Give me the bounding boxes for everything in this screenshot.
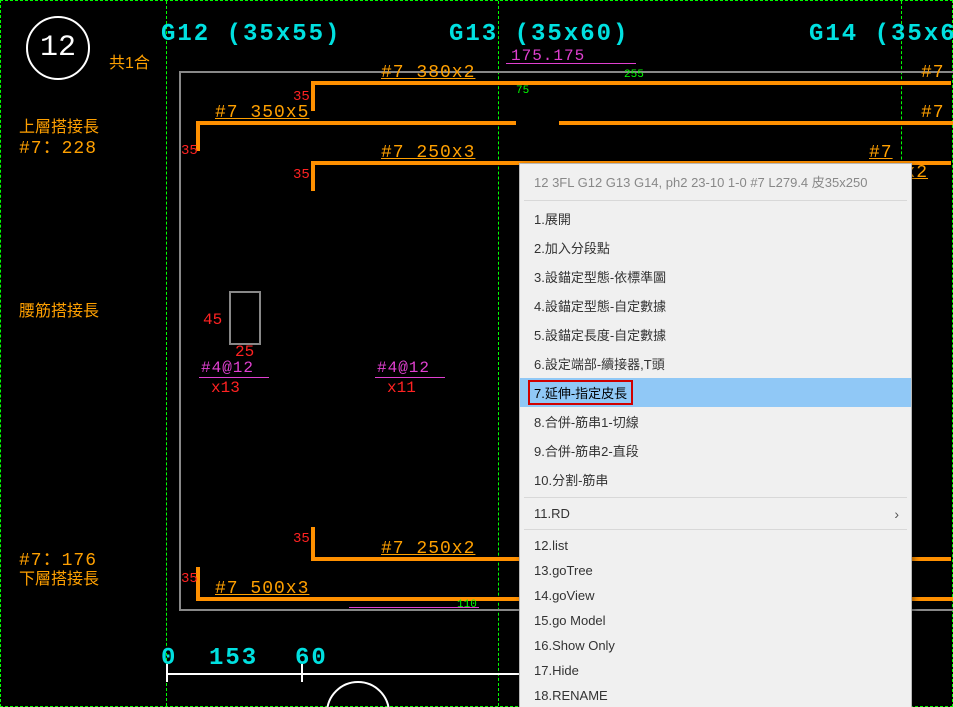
rebar-hook bbox=[311, 161, 315, 191]
grid-bubble: 12 bbox=[26, 16, 90, 80]
grid-bubble-num: 12 bbox=[40, 31, 76, 65]
ruler-num: 60 bbox=[295, 645, 328, 672]
menu-separator bbox=[524, 529, 907, 530]
context-menu-item[interactable]: 6.設定端部-續接器,T頭 bbox=[520, 349, 911, 378]
rebar-label: #7 500x3 bbox=[215, 579, 309, 599]
label-upper-val: #7：228 bbox=[19, 133, 97, 159]
dim-line bbox=[506, 63, 636, 64]
context-menu-item[interactable]: 14.goView bbox=[520, 583, 911, 608]
stirrup-label: #4@12 bbox=[201, 359, 254, 377]
context-menu-item[interactable]: 13.goTree bbox=[520, 558, 911, 583]
dim-small: 110 bbox=[457, 599, 477, 611]
dim-small: 35 bbox=[293, 89, 310, 105]
beam-outline bbox=[179, 71, 953, 73]
context-menu-header: 12 3FL G12 G13 G14, ph2 23-10 1-0 #7 L27… bbox=[520, 164, 911, 197]
context-menu-item[interactable]: 11.RD bbox=[520, 501, 911, 526]
grid-bubble-sub: 共1合 bbox=[109, 49, 150, 73]
dim-small: 35 bbox=[181, 143, 198, 159]
stirrup-count: x11 bbox=[387, 379, 416, 397]
grid-line bbox=[166, 1, 167, 706]
rebar-hook bbox=[311, 81, 315, 111]
context-menu-item[interactable]: 4.設錨定型態-自定數據 bbox=[520, 291, 911, 320]
label-waist-splice: 腰筋搭接長 bbox=[19, 297, 99, 321]
context-menu-item[interactable]: 8.合併-筋串1-切線 bbox=[520, 407, 911, 436]
rebar-label: #7 bbox=[921, 63, 945, 83]
rebar-hook bbox=[311, 527, 315, 557]
beam-label-g14: G14 (35x6 bbox=[809, 21, 953, 48]
stirrup-sketch bbox=[229, 291, 261, 345]
grid-bubble-partial bbox=[326, 681, 390, 707]
context-menu-item[interactable]: 15.go Model bbox=[520, 608, 911, 633]
context-menu-item[interactable]: 1.展開 bbox=[520, 204, 911, 233]
context-menu-item[interactable]: 16.Show Only bbox=[520, 633, 911, 658]
context-menu-item[interactable]: 18.RENAME bbox=[520, 683, 911, 707]
cad-viewport[interactable]: G12 (35x55) G13 (35x60) G14 (35x6 175.17… bbox=[0, 0, 953, 707]
rebar[interactable] bbox=[559, 121, 953, 125]
ruler-num: 0 bbox=[161, 645, 177, 672]
dim-line bbox=[349, 607, 479, 608]
ruler-line bbox=[166, 673, 536, 675]
rebar-label: #7 350x5 bbox=[215, 103, 309, 123]
context-menu[interactable]: 12 3FL G12 G13 G14, ph2 23-10 1-0 #7 L27… bbox=[519, 163, 912, 707]
dim-small: 35 bbox=[293, 167, 310, 183]
rebar-label: #7 250x2 bbox=[381, 539, 475, 559]
beam-label-g12: G12 (35x55) bbox=[161, 21, 341, 48]
label-lower-splice: 下層搭接長 bbox=[19, 565, 99, 589]
rebar-label: #7 380x2 bbox=[381, 63, 475, 83]
dim-small: 35 bbox=[181, 571, 198, 587]
dim-line bbox=[199, 377, 269, 378]
dim-small: 255 bbox=[624, 69, 644, 81]
stirrup-dim: 45 bbox=[203, 311, 222, 329]
dim-line bbox=[375, 377, 445, 378]
dim-small: 75 bbox=[516, 85, 529, 97]
rebar-label: #7 bbox=[921, 103, 945, 123]
context-menu-item[interactable]: 3.設錨定型態-依標準圖 bbox=[520, 262, 911, 291]
context-menu-item[interactable]: 7.延伸-指定皮長 bbox=[520, 378, 911, 407]
context-menu-item[interactable]: 9.合併-筋串2-直段 bbox=[520, 436, 911, 465]
stirrup-count: x13 bbox=[211, 379, 240, 397]
context-menu-item[interactable]: 10.分割-筋串 bbox=[520, 465, 911, 494]
context-menu-item[interactable]: 5.設錨定長度-自定數據 bbox=[520, 320, 911, 349]
beam-label-g13: G13 (35x60) bbox=[449, 21, 629, 48]
ruler-num: 153 bbox=[209, 645, 258, 672]
menu-separator bbox=[524, 200, 907, 201]
dim-small: 35 bbox=[293, 531, 310, 547]
menu-separator bbox=[524, 497, 907, 498]
context-menu-item[interactable]: 2.加入分段點 bbox=[520, 233, 911, 262]
context-menu-item[interactable]: 17.Hide bbox=[520, 658, 911, 683]
rebar-label: #7 250x3 bbox=[381, 143, 475, 163]
context-menu-item[interactable]: 12.list bbox=[520, 533, 911, 558]
stirrup-label: #4@12 bbox=[377, 359, 430, 377]
